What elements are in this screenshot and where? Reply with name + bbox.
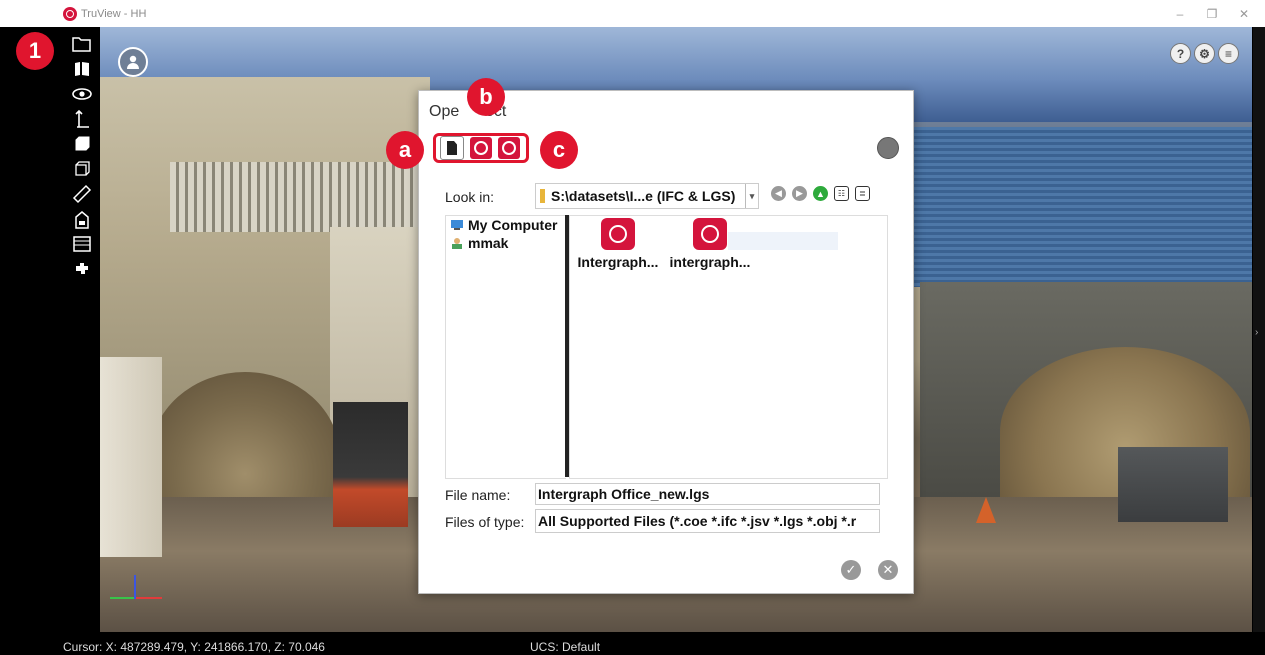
open-folder-icon[interactable] — [63, 31, 100, 56]
user-icon[interactable] — [118, 47, 148, 77]
jetstream-icon — [502, 141, 516, 155]
forklift — [333, 402, 408, 527]
close-button[interactable]: ✕ — [1229, 4, 1259, 24]
file-item[interactable]: Intergraph... — [572, 218, 664, 270]
left-toolbar — [63, 27, 100, 632]
back-icon[interactable]: ◀ — [771, 186, 786, 201]
callout-c: c — [540, 131, 578, 169]
truview-project-icon — [601, 218, 635, 250]
axis-z — [134, 575, 136, 599]
chevron-down-icon: ▾ — [745, 184, 758, 208]
place-my-computer[interactable]: My Computer — [446, 216, 566, 234]
puzzle-icon[interactable] — [63, 256, 100, 281]
truview-icon — [474, 141, 488, 155]
map-icon[interactable] — [63, 56, 100, 81]
look-in-value: S:\datasets\I...e (IFC & LGS) — [551, 188, 736, 204]
database-icon[interactable] — [877, 137, 899, 159]
side-panel-toggle[interactable]: › — [1253, 27, 1265, 632]
navigation-controls: ◀ ▶ ▲ ☷ ≣ — [771, 186, 870, 201]
minimize-button[interactable]: – — [1165, 4, 1195, 24]
building-lgs-icon[interactable] — [63, 206, 100, 231]
ruler-icon[interactable] — [63, 181, 100, 206]
place-user-folder[interactable]: mmak — [446, 234, 566, 252]
cursor-coordinates: Cursor: X: 487289.479, Y: 241866.170, Z:… — [63, 640, 325, 654]
viewer-controls: ? ⚙ ≡ — [1170, 43, 1239, 64]
file-type-value: All Supported Files (*.coe *.ifc *.jsv *… — [538, 513, 857, 529]
callout-b: b — [467, 78, 505, 116]
title-bar: TruView - HH – ❐ ✕ — [0, 0, 1265, 27]
panel-icon[interactable] — [63, 231, 100, 256]
computer-icon — [451, 220, 463, 230]
height-measure-icon[interactable] — [63, 106, 100, 131]
building-right-facade — [910, 127, 1252, 287]
settings-icon[interactable]: ⚙ — [1194, 43, 1215, 64]
status-bar: Cursor: X: 487289.479, Y: 241866.170, Z:… — [0, 632, 1265, 655]
eye-icon[interactable] — [63, 81, 100, 106]
truview-project-button[interactable] — [470, 137, 492, 159]
help-icon[interactable]: ? — [1170, 43, 1191, 64]
dialog-title: Ope — [429, 103, 460, 120]
trailer — [100, 357, 162, 557]
file-name-label: File name: — [445, 487, 511, 503]
callout-a: a — [386, 131, 424, 169]
look-in-combobox[interactable]: S:\datasets\I...e (IFC & LGS) ▾ — [535, 183, 759, 209]
file-name-input[interactable]: Intergraph Office_new.lgs — [535, 483, 880, 505]
roof-units — [170, 162, 430, 232]
file-list: Intergraph... intergraph... — [569, 215, 888, 479]
truview-logo-icon — [63, 6, 77, 21]
ucs-status: UCS: Default — [530, 640, 601, 654]
ifc-project-icon — [693, 218, 727, 250]
restore-button[interactable]: ❐ — [1197, 4, 1227, 24]
forward-icon[interactable]: ▶ — [792, 186, 807, 201]
info-panel-icon[interactable]: ≡ — [1218, 43, 1239, 64]
up-folder-icon[interactable]: ▲ — [813, 186, 828, 201]
file-type-label: Files of type: — [445, 514, 525, 530]
detail-view-icon[interactable]: ≣ — [855, 186, 870, 201]
list-view-icon[interactable]: ☷ — [834, 186, 849, 201]
project-type-buttons — [433, 133, 529, 163]
file-item[interactable]: intergraph... — [664, 218, 756, 270]
window-title: TruView - HH — [81, 7, 147, 20]
file-icon — [447, 141, 457, 155]
box-outline-icon[interactable] — [63, 156, 100, 181]
user-folder-icon — [452, 238, 462, 249]
file-browse-button[interactable] — [440, 136, 464, 160]
traffic-cone — [976, 497, 996, 523]
axis-y — [110, 597, 134, 599]
chevron-right-icon: › — [1255, 327, 1259, 338]
look-in-label: Look in: — [445, 189, 495, 205]
open-project-dialog: Ope ect Look in: S:\datasets\I...e (IFC … — [418, 90, 914, 594]
cube-icon[interactable] — [63, 131, 100, 156]
places-sidebar: My Computer mmak — [445, 215, 566, 479]
callout-1: 1 — [16, 32, 54, 70]
ok-button[interactable]: ✓ — [841, 560, 861, 580]
folder-icon — [540, 189, 545, 203]
file-type-select[interactable]: All Supported Files (*.coe *.ifc *.jsv *… — [535, 509, 880, 533]
cancel-button[interactable]: ✕ — [878, 560, 898, 580]
axis-x — [134, 597, 162, 599]
jetstream-project-button[interactable] — [498, 137, 520, 159]
dumpster — [1118, 447, 1228, 522]
